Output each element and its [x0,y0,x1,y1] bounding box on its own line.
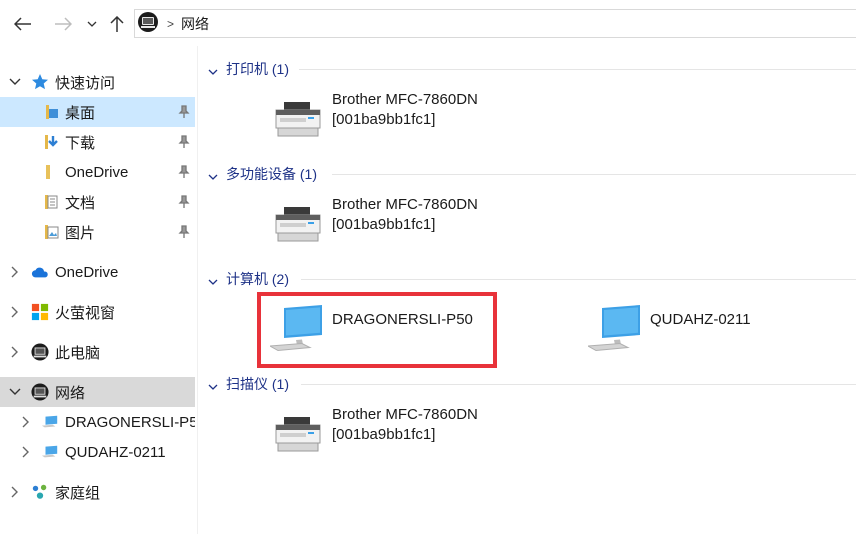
chevron-right-icon[interactable] [9,306,21,318]
device-name: QUDAHZ-0211 [650,311,751,328]
sidebar-item-desktop[interactable]: 桌面 [0,97,195,127]
chevron-down-icon[interactable] [208,378,218,394]
selection-highlight-box [257,292,497,368]
sidebar-item-pictures[interactable]: 图片 [0,217,195,247]
star-icon [31,73,49,91]
group-divider [332,174,856,175]
sidebar-item-dragonersli[interactable]: DRAGONERSLI-P50 [0,407,195,437]
chevron-down-icon[interactable] [9,76,21,88]
desktop-folder-icon [42,103,60,121]
pin-icon[interactable] [178,105,190,119]
pin-icon[interactable] [178,225,190,239]
device-id: [001ba9bb1fc1] [332,111,436,128]
sidebar-item-onedrive[interactable]: OneDrive [0,257,195,287]
printer-icon [270,195,326,251]
device-tile-scanner[interactable]: Brother MFC-7860DN [001ba9bb1fc1] [270,405,510,465]
group-header-computers[interactable]: 计算机 (2) [199,269,856,289]
windows-logo-icon [31,303,49,321]
forward-button[interactable] [50,12,76,36]
chevron-right-icon[interactable] [20,446,32,458]
device-name: Brother MFC-7860DN [332,196,478,213]
sidebar-item-homegroup[interactable]: 家庭组 [0,477,195,507]
computer-icon [41,443,59,461]
address-bar[interactable]: > 网络 [134,9,856,38]
sidebar-item-firefly[interactable]: 火萤视窗 [0,297,195,327]
downloads-folder-icon [42,133,60,151]
up-arrow-icon [110,15,124,32]
pin-icon[interactable] [178,195,190,209]
chevron-down-icon[interactable] [9,386,21,398]
computer-icon [586,300,644,356]
folder-icon [42,163,60,181]
pictures-folder-icon [42,223,60,241]
sidebar-item-label: QUDAHZ-0211 [65,443,166,461]
sidebar-item-label: DRAGONERSLI-P50 [65,413,195,431]
chevron-right-icon[interactable] [9,266,21,278]
this-pc-icon [31,343,49,361]
sidebar-item-onedrive-pinned[interactable]: OneDrive [0,157,195,187]
group-divider [301,279,856,280]
recent-locations-button[interactable] [84,12,100,36]
chevron-down-icon[interactable] [208,63,218,79]
printer-icon [270,90,326,146]
sidebar-item-quick-access[interactable]: 快速访问 [0,67,195,97]
navigation-pane: 快速访问 桌面 下载 OneDrive 文档 图片 OneDrive 火萤视窗 … [0,46,198,534]
sidebar-item-network[interactable]: 网络 [0,377,195,407]
chevron-down-icon[interactable] [208,168,218,184]
sidebar-item-label: 此电脑 [55,344,101,362]
device-tile-multifunction[interactable]: Brother MFC-7860DN [001ba9bb1fc1] [270,195,510,255]
device-name: Brother MFC-7860DN [332,91,478,108]
pin-icon[interactable] [178,165,190,179]
device-tile-qudahz[interactable]: QUDAHZ-0211 [586,300,808,360]
sidebar-item-label: OneDrive [55,263,119,281]
up-button[interactable] [106,12,128,36]
breadcrumb-network[interactable]: 网络 [181,14,209,34]
group-title: 扫描仪 (1) [226,376,289,392]
network-icon [31,383,49,401]
sidebar-item-label: 快速访问 [55,74,116,92]
device-id: [001ba9bb1fc1] [332,216,436,233]
breadcrumb-separator-icon[interactable]: > [167,17,174,31]
group-title: 多功能设备 (1) [226,166,317,182]
group-title: 打印机 (1) [226,61,289,77]
group-divider [301,384,856,385]
chevron-right-icon[interactable] [9,346,21,358]
group-title: 计算机 (2) [226,271,289,287]
onedrive-cloud-icon [31,263,49,281]
network-content-pane: 打印机 (1) Brother MFC-7860DN [001ba9bb1fc1… [199,46,856,534]
sidebar-item-downloads[interactable]: 下载 [0,127,195,157]
navigation-toolbar: > 网络 [0,0,856,46]
device-id: [001ba9bb1fc1] [332,426,436,443]
back-button[interactable] [10,12,36,36]
network-icon [137,11,159,36]
pin-icon[interactable] [178,135,190,149]
sidebar-item-label: 网络 [55,384,86,402]
chevron-down-icon [87,21,97,27]
sidebar-item-label: OneDrive [65,163,129,181]
device-tile-printer[interactable]: Brother MFC-7860DN [001ba9bb1fc1] [270,90,510,150]
chevron-right-icon[interactable] [9,486,21,498]
documents-folder-icon [42,193,60,211]
sidebar-item-label: 桌面 [65,104,96,122]
group-header-scanners[interactable]: 扫描仪 (1) [199,374,856,394]
chevron-down-icon[interactable] [208,273,218,289]
chevron-right-icon[interactable] [20,416,32,428]
sidebar-item-label: 家庭组 [55,484,101,502]
forward-arrow-icon [55,17,72,31]
printer-icon [270,405,326,461]
group-divider [299,69,856,70]
sidebar-item-label: 图片 [65,224,96,242]
group-header-multifunction[interactable]: 多功能设备 (1) [199,164,856,184]
group-header-printers[interactable]: 打印机 (1) [199,59,856,79]
sidebar-item-qudahz[interactable]: QUDAHZ-0211 [0,437,195,467]
sidebar-item-this-pc[interactable]: 此电脑 [0,337,195,367]
device-name: Brother MFC-7860DN [332,406,478,423]
homegroup-icon [31,483,49,501]
sidebar-item-label: 文档 [65,194,96,212]
sidebar-item-label: 火萤视窗 [55,304,116,322]
sidebar-item-label: 下载 [65,134,96,152]
back-arrow-icon [14,17,31,31]
computer-icon [41,413,59,431]
sidebar-item-documents[interactable]: 文档 [0,187,195,217]
